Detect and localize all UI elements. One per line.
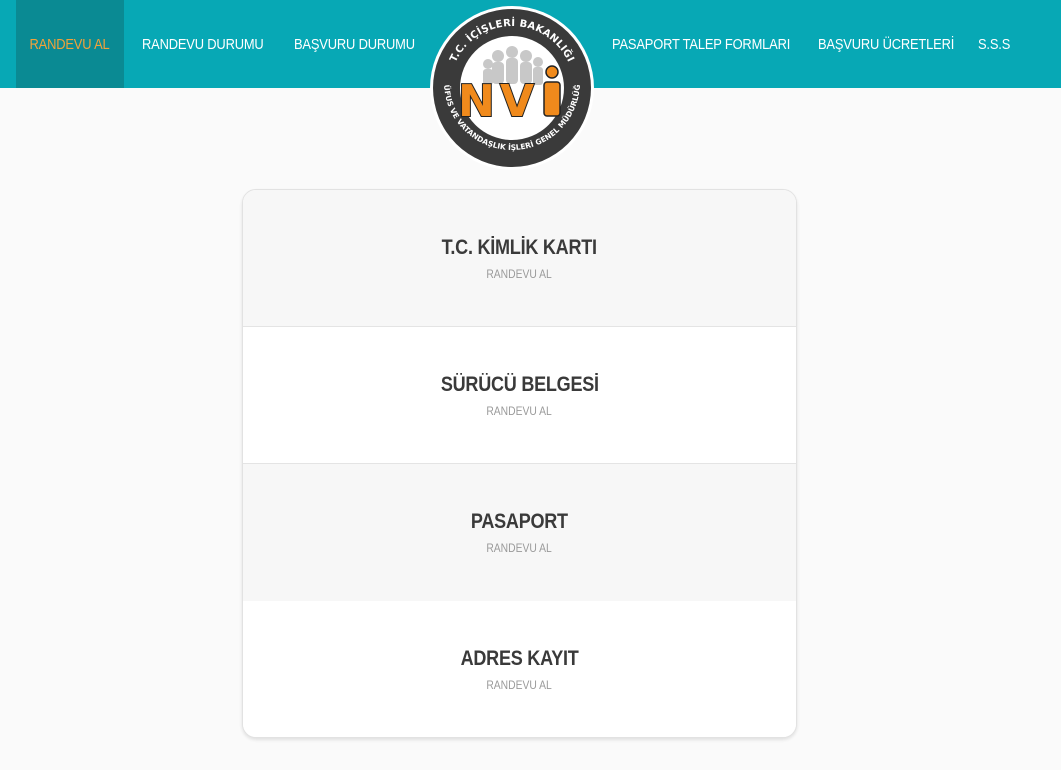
- service-row-adres-kayit[interactable]: ADRES KAYIT RANDEVU AL: [243, 601, 796, 737]
- nav-randevu-al[interactable]: RANDEVU AL: [16, 0, 124, 88]
- nav-sss[interactable]: S.S.S: [978, 0, 1010, 88]
- nav-basvuru-durumu[interactable]: BAŞVURU DURUMU: [294, 0, 415, 88]
- nav-randevu-durumu[interactable]: RANDEVU DURUMU: [142, 0, 264, 88]
- nav-pasaport-talep-formlari[interactable]: PASAPORT TALEP FORMLARI: [612, 0, 790, 88]
- nvi-logo[interactable]: T.C. İÇİŞLERİ BAKANLIĞI NÜFUS VE VATANDA…: [428, 4, 596, 172]
- service-subtitle: RANDEVU AL: [486, 541, 553, 555]
- service-row-surucu-belgesi[interactable]: SÜRÜCÜ BELGESİ RANDEVU AL: [243, 327, 796, 464]
- service-subtitle: RANDEVU AL: [486, 267, 553, 281]
- service-title: SÜRÜCÜ BELGESİ: [440, 373, 599, 396]
- nav-randevu-al-label: RANDEVU AL: [29, 35, 111, 53]
- services-card: T.C. KİMLİK KARTI RANDEVU AL SÜRÜCÜ BELG…: [242, 189, 797, 738]
- service-row-kimlik-karti[interactable]: T.C. KİMLİK KARTI RANDEVU AL: [243, 190, 796, 327]
- svg-text:V: V: [500, 76, 534, 127]
- service-row-pasaport[interactable]: PASAPORT RANDEVU AL: [243, 464, 796, 601]
- service-title: T.C. KİMLİK KARTI: [441, 236, 598, 259]
- svg-text:N: N: [458, 76, 495, 127]
- service-subtitle: RANDEVU AL: [486, 678, 553, 692]
- service-subtitle: RANDEVU AL: [486, 404, 553, 418]
- service-title: ADRES KAYIT: [460, 647, 579, 670]
- service-title: PASAPORT: [471, 510, 568, 533]
- nav-basvuru-ucretleri[interactable]: BAŞVURU ÜCRETLERİ: [818, 0, 954, 88]
